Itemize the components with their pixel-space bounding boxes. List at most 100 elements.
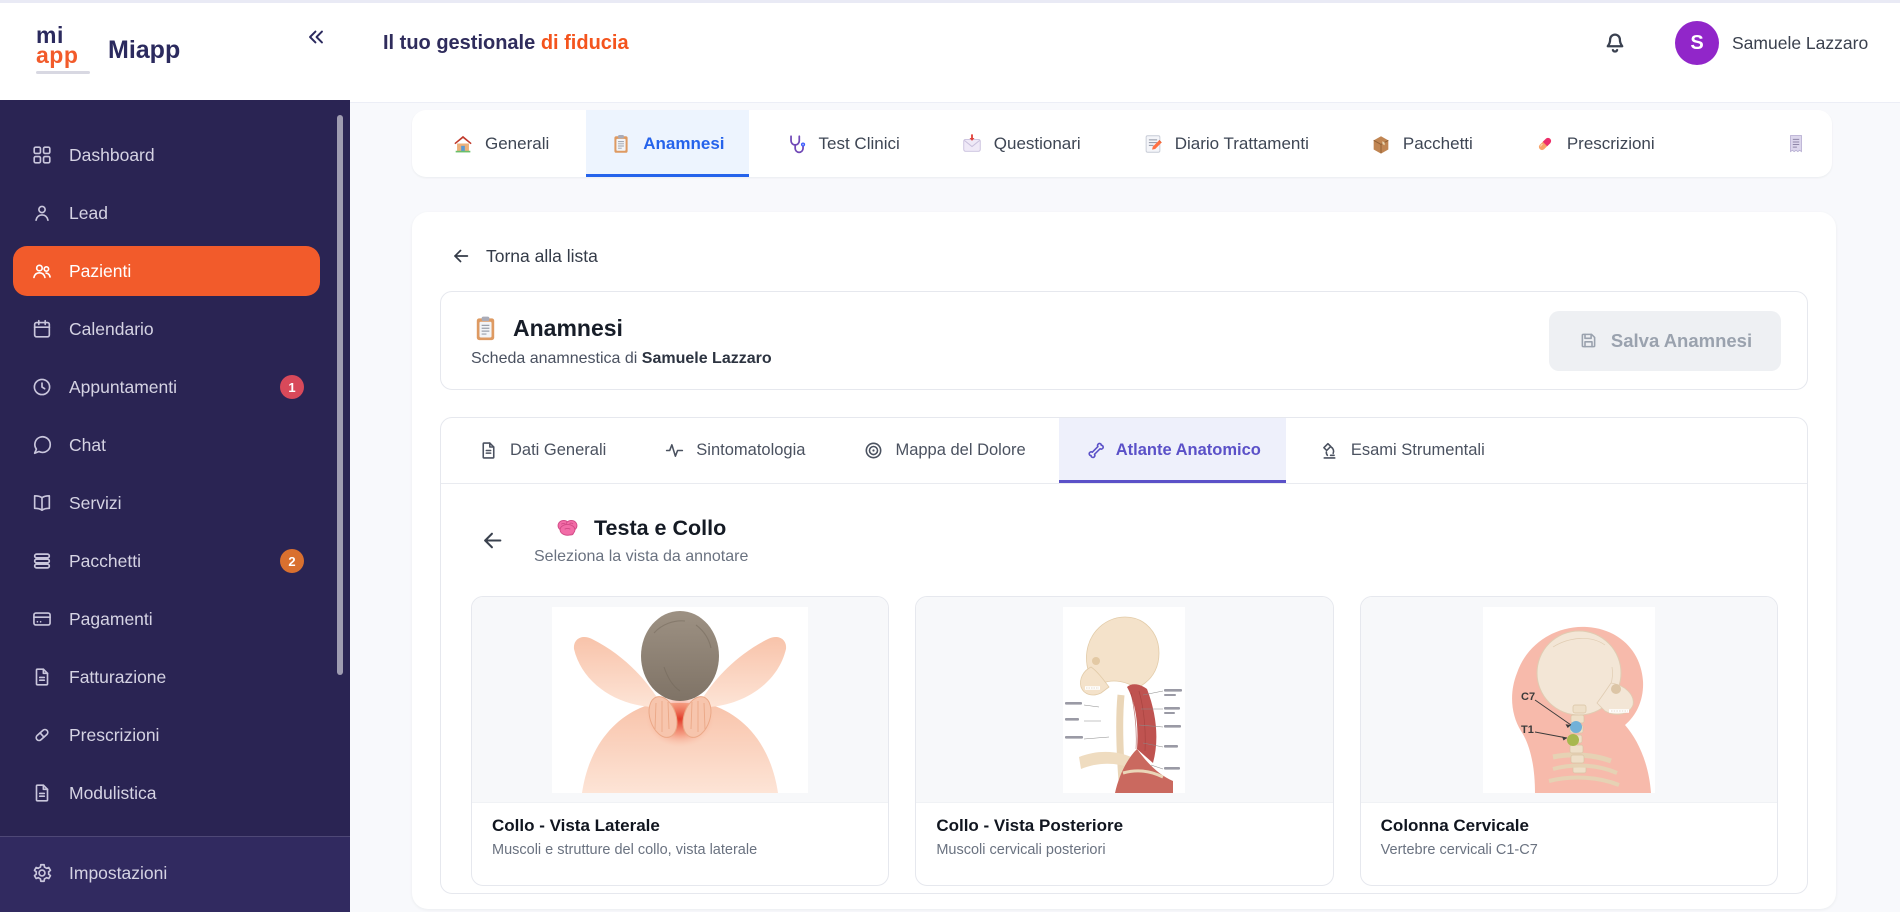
house-icon: [452, 133, 474, 155]
atlas-card-collo-vista-posteriore[interactable]: Collo - Vista Posteriore Muscoli cervical…: [915, 596, 1334, 886]
sidebar-footer: Impostazioni: [0, 836, 350, 912]
sidebar-item-label: Modulistica: [69, 782, 157, 803]
tab-label: Test Clinici: [818, 133, 900, 153]
sidebar-scrollbar[interactable]: [337, 115, 343, 675]
sidebar-item-pagamenti[interactable]: Pagamenti: [13, 594, 320, 644]
sidebar-item-pazienti[interactable]: Pazienti: [13, 246, 320, 296]
miapp-logo[interactable]: mi app: [36, 24, 90, 74]
vertebra-label-c7: C7: [1521, 691, 1535, 703]
sidebar-item-fatturazione[interactable]: Fatturazione: [13, 652, 320, 702]
sidebar-item-label: Prescrizioni: [69, 724, 160, 745]
anatomy-illustration: [472, 597, 889, 802]
file-icon: [31, 782, 53, 804]
tab-pacchetti[interactable]: Pacchetti: [1346, 110, 1497, 177]
sidebar-item-label: Lead: [69, 202, 108, 223]
stethoscope-icon: [786, 133, 808, 155]
anamnesi-subtabs: Dati Generali Sintomatologia Mappa del Dol…: [441, 418, 1807, 484]
sidebar-item-dashboard[interactable]: Dashboard: [13, 130, 320, 180]
tab-test-clinici[interactable]: Test Clinici: [762, 110, 924, 177]
save-anamnesi-button[interactable]: Salva Anamnesi: [1549, 310, 1781, 371]
file-icon: [31, 666, 53, 688]
sidebar-item-label: Calendario: [69, 318, 154, 339]
subtab-mappa-del-dolore[interactable]: Mappa del Dolore: [838, 418, 1050, 483]
anamnesi-subtitle: Scheda anamnestica di Samuele Lazzaro: [471, 350, 772, 368]
anatomy-illustration: [916, 597, 1333, 802]
sidebar-item-appuntamenti[interactable]: Appuntamenti 1: [13, 362, 320, 412]
vertebra-label-t1: T1: [1521, 724, 1534, 736]
calendar-icon: [31, 318, 53, 340]
subtab-sintomatologia[interactable]: Sintomatologia: [639, 418, 830, 483]
tab-label: Prescrizioni: [1566, 133, 1655, 153]
back-to-list-link[interactable]: Torna alla lista: [450, 245, 598, 267]
clock-icon: [31, 376, 53, 398]
book-icon: [31, 492, 53, 514]
receipt-icon: [1785, 133, 1807, 155]
tab-generali[interactable]: Generali: [428, 110, 573, 177]
sidebar-item-chat[interactable]: Chat: [13, 420, 320, 470]
file-text-icon: [478, 440, 499, 461]
atlas-card-description: Muscoli e strutture del collo, vista lat…: [492, 842, 758, 858]
sidebar-item-modulistica[interactable]: Modulistica: [13, 768, 320, 818]
sidebar-item-label: Appuntamenti: [69, 376, 177, 397]
notification-badge: 1: [280, 375, 304, 399]
user-icon: [31, 202, 53, 224]
tab-diario-trattamenti[interactable]: Diario Trattamenti: [1118, 110, 1333, 177]
page-title-accent: di fiducia: [540, 32, 629, 54]
atlas-card-title: Collo - Vista Laterale: [492, 816, 660, 835]
topbar: Il tuo gestionale di fiducia S Samuele L…: [350, 0, 1900, 103]
microscope-icon: [1319, 440, 1340, 461]
sidebar-item-label: Dashboard: [69, 144, 155, 165]
arrow-left-icon: [450, 245, 472, 267]
subtab-atlante-anatomico[interactable]: Atlante Anatomico: [1058, 418, 1286, 483]
anamnesi-header-left: Anamnesi Scheda anamnestica di Samuele L…: [471, 314, 772, 368]
atlas-card-colonna-cervicale[interactable]: C7 T1 Colonna Cervicale Vertebre cervicali …: [1359, 596, 1778, 886]
subtab-esami-strumentali[interactable]: Esami Strumentali: [1294, 418, 1510, 483]
activity-icon: [664, 440, 685, 461]
logo-tagline: [36, 70, 90, 74]
anamnesi-header-panel: Anamnesi Scheda anamnestica di Samuele L…: [440, 291, 1808, 390]
avatar[interactable]: S: [1675, 21, 1719, 65]
page-title-main: Il tuo gestionale: [383, 32, 536, 54]
anamnesi-subtitle-prefix: Scheda anamnestica di: [471, 349, 638, 367]
atlas-card-collo-vista-laterale[interactable]: Collo - Vista Laterale Muscoli e struttur…: [471, 596, 890, 886]
subtab-dati-generali[interactable]: Dati Generali: [453, 418, 631, 483]
anamnesi-title: Anamnesi: [513, 314, 623, 341]
sidebar-item-label: Pazienti: [69, 260, 132, 281]
anamnesi-patient-name: Samuele Lazzaro: [641, 349, 772, 367]
anamnesi-card: Torna alla lista Anamnesi Scheda anamnes…: [412, 212, 1836, 909]
subtab-label: Atlante Anatomico: [1115, 441, 1261, 459]
sidebar-item-calendario[interactable]: Calendario: [13, 304, 320, 354]
sidebar-nav: Dashboard Lead Pazienti Calendario Appuntame…: [0, 100, 350, 826]
notifications-button[interactable]: [1598, 25, 1632, 59]
main-content: Generali Anamnesi Test Clinici Questionari D…: [350, 103, 1900, 912]
tab-label: Diario Trattamenti: [1174, 133, 1309, 153]
anamnesi-subcard: Dati Generali Sintomatologia Mappa del Dol…: [440, 417, 1808, 894]
layers-icon: [31, 550, 53, 572]
atlas-card-title: Collo - Vista Posteriore: [936, 816, 1124, 835]
atlas-card-info: Collo - Vista Posteriore Muscoli cervical…: [916, 802, 1333, 858]
subtab-label: Dati Generali: [510, 441, 607, 459]
gear-icon: [31, 862, 53, 884]
sidebar-item-label: Fatturazione: [69, 666, 167, 687]
atlas-view-cards: Collo - Vista Laterale Muscoli e struttur…: [471, 596, 1778, 886]
sidebar-item-lead[interactable]: Lead: [13, 188, 320, 238]
target-icon: [863, 440, 884, 461]
atlas-back-button[interactable]: [479, 527, 506, 554]
back-to-list-label: Torna alla lista: [486, 245, 598, 266]
user-name[interactable]: Samuele Lazzaro: [1732, 33, 1868, 54]
tab-more[interactable]: [1775, 110, 1822, 177]
tab-questionari[interactable]: Questionari: [937, 110, 1105, 177]
sidebar-collapse-button[interactable]: [298, 20, 334, 56]
sidebar-item-pacchetti[interactable]: Pacchetti 2: [13, 536, 320, 586]
tab-prescrizioni[interactable]: Prescrizioni: [1510, 110, 1679, 177]
sidebar-item-prescrizioni[interactable]: Prescrizioni: [13, 710, 320, 760]
users-icon: [31, 260, 53, 282]
atlas-card-info: Colonna Cervicale Vertebre cervicali C1-C…: [1360, 802, 1777, 858]
bell-icon: [1600, 33, 1630, 59]
sidebar-item-impostazioni[interactable]: Impostazioni: [13, 850, 320, 896]
atlas-card-description: Muscoli cervicali posteriori: [936, 842, 1106, 858]
floppy-disk-icon: [1578, 330, 1599, 351]
atlas-region-title: Testa e Collo: [594, 515, 727, 540]
tab-anamnesi[interactable]: Anamnesi: [586, 110, 749, 177]
sidebar-item-servizi[interactable]: Servizi: [13, 478, 320, 528]
